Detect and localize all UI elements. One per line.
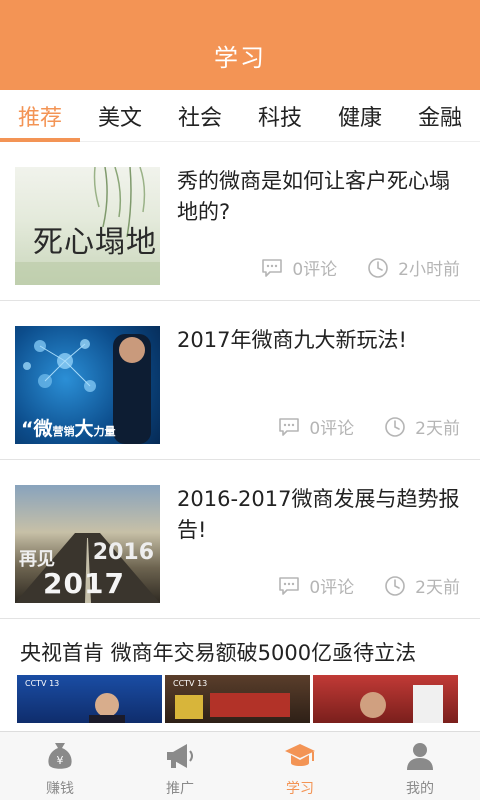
comment-count[interactable]: 0评论 — [278, 573, 354, 598]
nav-learn[interactable]: 学习 — [240, 732, 360, 800]
publish-time: 2天前 — [384, 414, 460, 439]
publish-time: 2小时前 — [367, 255, 460, 280]
stage-banner — [175, 693, 290, 719]
tab-health[interactable]: 健康 — [320, 90, 400, 142]
publish-time-label: 2天前 — [415, 419, 460, 439]
money-bag-icon: ¥ — [48, 743, 72, 769]
nav-label: 赚钱 — [46, 781, 74, 797]
comment-count-label: 0评论 — [309, 419, 355, 439]
megaphone-icon — [167, 744, 193, 768]
article-thumbnail: “微营销大力量 — [15, 326, 160, 444]
app-header: 学习 — [0, 0, 480, 90]
thumbnail-caption: 死心塌地 — [33, 225, 157, 260]
comment-count[interactable]: 0评论 — [261, 255, 337, 280]
clock-icon — [385, 416, 405, 437]
video-thumbnail[interactable]: CCTV 13 — [165, 675, 310, 723]
comment-count-label: 0评论 — [292, 260, 338, 280]
person-icon — [407, 743, 433, 770]
comment-count[interactable]: 0评论 — [278, 414, 354, 439]
article-item[interactable]: 死心塌地 秀的微商是如何让客户死心塌地的? 0评论 2小时前 — [0, 142, 480, 301]
tab-recommend[interactable]: 推荐 — [0, 90, 80, 142]
publish-time-label: 2小时前 — [398, 260, 460, 280]
nav-promote[interactable]: 推广 — [120, 732, 240, 800]
page-title: 学习 — [214, 44, 266, 72]
publish-time-label: 2天前 — [415, 578, 460, 598]
thumbnail-caption-right: 2016 — [92, 540, 154, 565]
nav-label: 学习 — [286, 781, 314, 797]
video-thumbnails: CCTV 13 CCTV 13 — [17, 675, 461, 723]
category-tabs: 推荐 美文 社会 科技 健康 金融 — [0, 90, 480, 142]
tab-society[interactable]: 社会 — [160, 90, 240, 142]
video-feature[interactable]: 央视首肯 微商年交易额破5000亿亟待立法 CCTV 13 CCTV 13 — [0, 619, 480, 723]
speaker-figure — [360, 685, 443, 723]
article-title[interactable]: 秀的微商是如何让客户死心塌地的? — [177, 166, 467, 228]
thumbnail-caption: “微营销大力量 — [21, 418, 116, 440]
publish-time: 2天前 — [384, 573, 460, 598]
tab-finance[interactable]: 金融 — [400, 90, 480, 142]
article-list: 死心塌地 秀的微商是如何让客户死心塌地的? 0评论 2小时前 “微营销大力量 2… — [0, 142, 480, 723]
nav-label: 推广 — [166, 781, 194, 797]
comment-icon — [279, 576, 300, 595]
comment-icon — [262, 258, 283, 277]
article-meta: 0评论 2天前 — [278, 573, 460, 598]
article-title[interactable]: 2016-2017微商发展与趋势报告! — [177, 484, 467, 546]
tab-essays[interactable]: 美文 — [80, 90, 160, 142]
nav-label: 我的 — [406, 781, 434, 797]
graduation-cap-icon — [285, 744, 315, 766]
bottom-nav: ¥ 赚钱 推广 学习 我的 — [0, 731, 480, 800]
article-thumbnail: 再见 2016 2017 — [15, 485, 160, 603]
article-meta: 0评论 2天前 — [278, 414, 460, 439]
comment-count-label: 0评论 — [309, 578, 355, 598]
article-meta: 0评论 2小时前 — [261, 255, 460, 280]
anchor-figure — [89, 693, 125, 723]
thumbnail-caption-bottom: 2017 — [43, 567, 125, 600]
article-thumbnail: 死心塌地 — [15, 167, 160, 285]
tab-technology[interactable]: 科技 — [240, 90, 320, 142]
article-item[interactable]: “微营销大力量 2017年微商九大新玩法! 0评论 2天前 — [0, 301, 480, 460]
video-thumbnail[interactable]: CCTV 13 — [17, 675, 162, 723]
svg-text:¥: ¥ — [57, 754, 64, 767]
nav-earn[interactable]: ¥ 赚钱 — [0, 732, 120, 800]
comment-icon — [279, 417, 300, 436]
clock-icon — [385, 575, 405, 596]
video-thumbnail[interactable] — [313, 675, 458, 723]
nav-mine[interactable]: 我的 — [360, 732, 480, 800]
article-item[interactable]: 再见 2016 2017 2016-2017微商发展与趋势报告! 0评论 2天前 — [0, 460, 480, 619]
clock-icon — [368, 257, 388, 278]
feature-title[interactable]: 央视首肯 微商年交易额破5000亿亟待立法 — [20, 637, 416, 667]
article-title[interactable]: 2017年微商九大新玩法! — [177, 325, 467, 356]
